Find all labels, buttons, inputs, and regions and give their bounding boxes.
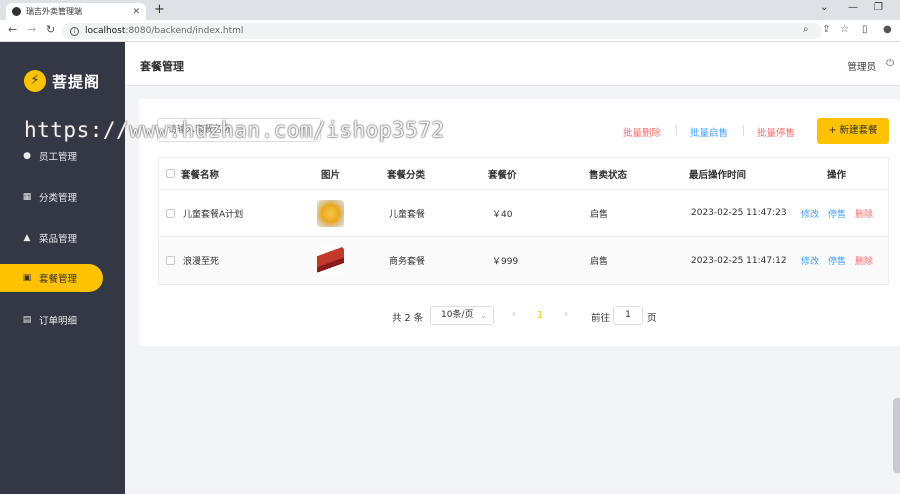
power-icon[interactable]: ⏻ bbox=[886, 58, 894, 69]
sidebar-item-label: 订单明细 bbox=[39, 316, 78, 327]
forward-icon[interactable]: → bbox=[27, 23, 36, 36]
batch-disable-button[interactable]: 批量停售 bbox=[757, 125, 795, 139]
sidebar-item-label: 员工管理 bbox=[39, 152, 78, 163]
sidebar-item-employee[interactable]: ● 员工管理 bbox=[0, 142, 103, 170]
favicon-icon bbox=[12, 7, 21, 16]
back-icon[interactable]: ← bbox=[8, 23, 17, 36]
setmeal-updated: 2023-02-25 11:47:12 bbox=[691, 255, 787, 266]
restore-icon[interactable]: ❐ bbox=[874, 2, 883, 13]
sidepanel-icon[interactable]: ▯ bbox=[862, 24, 868, 35]
sidebar-item-label: 菜品管理 bbox=[39, 234, 78, 245]
prev-page-icon[interactable]: ‹ bbox=[512, 309, 516, 320]
setmeal-name: 浪漫至死 bbox=[183, 257, 220, 267]
col-updated: 最后操作时间 bbox=[689, 169, 747, 181]
sidebar-item-category[interactable]: ▦ 分类管理 bbox=[0, 183, 103, 211]
setmeal-updated: 2023-02-25 11:47:23 bbox=[691, 208, 787, 218]
scroll-handle[interactable] bbox=[893, 398, 900, 473]
setmeal-image bbox=[317, 199, 344, 227]
col-price: 套餐价 bbox=[488, 169, 517, 181]
lightning-icon: ⚡ bbox=[24, 70, 46, 92]
url-host: localhost bbox=[85, 26, 126, 36]
edit-button[interactable]: 修改 bbox=[801, 254, 819, 267]
setmeal-status: 启售 bbox=[590, 257, 609, 267]
page-suffix: 页 bbox=[647, 313, 657, 324]
col-image: 图片 bbox=[321, 169, 341, 181]
logo: ⚡ 菩提阁 bbox=[24, 70, 100, 92]
search-icon[interactable]: ⌕ bbox=[299, 123, 305, 134]
table-header: 套餐名称 图片 套餐分类 套餐价 售卖状态 最后操作时间 操作 bbox=[159, 158, 888, 190]
goto-label: 前往 bbox=[591, 313, 611, 324]
clipboard-icon: ▤ bbox=[22, 315, 32, 325]
sidebar-item-dish[interactable]: ▲ 菜品管理 bbox=[0, 224, 103, 252]
page-size-select[interactable]: 10条/页 ⌄ bbox=[430, 306, 494, 325]
row-checkbox[interactable] bbox=[166, 256, 175, 265]
minimize-icon[interactable]: — bbox=[848, 2, 858, 13]
share-icon[interactable]: ⇪ bbox=[822, 24, 830, 35]
disable-button[interactable]: 停售 bbox=[828, 254, 846, 267]
browser-tab[interactable]: 瑞吉外卖管理端 ✕ bbox=[6, 3, 146, 20]
select-all-checkbox[interactable] bbox=[166, 169, 175, 178]
star-icon[interactable]: ☆ bbox=[840, 24, 849, 35]
setmeal-price: ￥999 bbox=[492, 257, 519, 267]
setmeal-image bbox=[317, 247, 344, 274]
chevron-down-icon[interactable]: ⌄ bbox=[820, 2, 828, 13]
browser-tab-bar: 瑞吉外卖管理端 ✕ + ⌄ — ❐ bbox=[0, 0, 900, 20]
sidebar: ⚡ 菩提阁 ● 员工管理 ▦ 分类管理 ▲ 菜品管理 ▣ 套餐管理 ▤ 订单明细 bbox=[0, 42, 125, 494]
setmeal-status: 启售 bbox=[590, 209, 609, 220]
setmeal-table: 套餐名称 图片 套餐分类 套餐价 售卖状态 最后操作时间 操作 儿童套餐A计划 … bbox=[158, 157, 889, 285]
tab-title: 瑞吉外卖管理端 bbox=[26, 7, 82, 16]
col-name: 套餐名称 bbox=[181, 169, 220, 181]
divider bbox=[743, 125, 744, 136]
batch-delete-button[interactable]: 批量删除 bbox=[623, 125, 661, 139]
setmeal-name: 儿童套餐A计划 bbox=[183, 209, 244, 220]
page-number-current[interactable]: 1 bbox=[537, 310, 543, 321]
reload-icon[interactable]: ↻ bbox=[46, 23, 55, 36]
page-header: 套餐管理 管理员 ⏻ bbox=[125, 42, 900, 86]
pagination: 共 2 条 10条/页 ⌄ ‹ 1 › 前往 1 页 bbox=[139, 306, 900, 326]
delete-button[interactable]: 删除 bbox=[855, 207, 873, 220]
account-icon[interactable]: ● bbox=[883, 24, 892, 35]
user-name[interactable]: 管理员 bbox=[847, 59, 876, 73]
grid-icon: ▦ bbox=[22, 192, 32, 202]
goto-page-input[interactable]: 1 bbox=[613, 306, 643, 325]
setmeal-category: 商务套餐 bbox=[389, 257, 426, 267]
row-checkbox[interactable] bbox=[166, 208, 175, 218]
url-path: :8080/backend/index.html bbox=[125, 26, 244, 36]
url-field[interactable]: i localhost:8080/backend/index.html bbox=[62, 23, 822, 39]
total-count: 共 2 条 bbox=[392, 313, 424, 324]
sidebar-item-label: 分类管理 bbox=[39, 193, 78, 204]
next-page-icon[interactable]: › bbox=[564, 309, 568, 320]
col-status: 售卖状态 bbox=[589, 169, 628, 181]
new-tab-icon[interactable]: + bbox=[154, 2, 165, 17]
close-icon[interactable]: ✕ bbox=[132, 7, 140, 17]
add-setmeal-button[interactable]: + 新建套餐 bbox=[817, 118, 889, 144]
divider bbox=[676, 125, 677, 136]
zoom-icon[interactable]: ⌕ bbox=[803, 24, 809, 35]
table-row: 浪漫至死 商务套餐 ￥999 启售 2023-02-25 11:47:12 修改… bbox=[159, 237, 888, 284]
page-size-value: 10条/页 bbox=[441, 310, 474, 320]
table-row: 儿童套餐A计划 儿童套餐 ￥40 启售 2023-02-25 11:47:23 … bbox=[159, 190, 888, 237]
col-category: 套餐分类 bbox=[387, 169, 426, 181]
sidebar-item-label: 套餐管理 bbox=[39, 274, 78, 285]
search-input[interactable] bbox=[157, 118, 321, 142]
info-icon: ● bbox=[23, 151, 31, 161]
chevron-down-icon: ⌄ bbox=[480, 311, 487, 320]
setmeal-category: 儿童套餐 bbox=[389, 209, 426, 220]
delete-button[interactable]: 删除 bbox=[855, 254, 873, 267]
col-actions: 操作 bbox=[827, 169, 847, 181]
setmeal-price: ￥40 bbox=[492, 209, 513, 220]
page-title: 套餐管理 bbox=[140, 60, 184, 73]
dish-icon: ▲ bbox=[23, 233, 31, 243]
batch-enable-button[interactable]: 批量启售 bbox=[690, 125, 728, 139]
edit-button[interactable]: 修改 bbox=[801, 207, 819, 220]
sidebar-item-orders[interactable]: ▤ 订单明细 bbox=[0, 306, 103, 334]
content-card: ⌕ 批量删除 批量启售 批量停售 + 新建套餐 套餐名称 图片 套餐分类 套餐价… bbox=[139, 99, 900, 346]
address-bar: ← → ↻ i localhost:8080/backend/index.htm… bbox=[0, 20, 900, 42]
sidebar-item-setmeal[interactable]: ▣ 套餐管理 bbox=[0, 264, 103, 292]
disable-button[interactable]: 停售 bbox=[828, 207, 846, 220]
site-info-icon[interactable]: i bbox=[70, 26, 79, 36]
gift-icon: ▣ bbox=[22, 273, 32, 283]
logo-text: 菩提阁 bbox=[52, 72, 101, 91]
